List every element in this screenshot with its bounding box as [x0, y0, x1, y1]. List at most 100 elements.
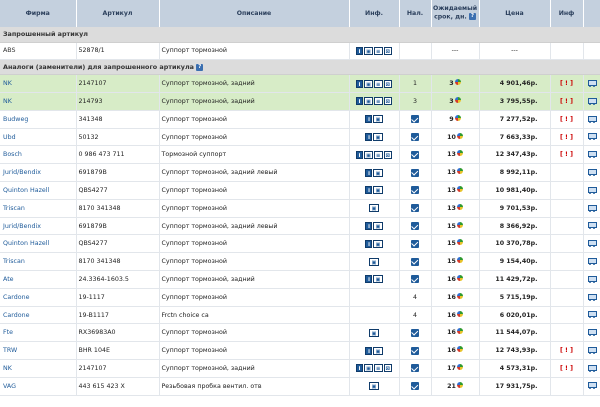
in-stock-check-icon [411, 222, 419, 231]
document-icon[interactable]: ≡ [374, 46, 383, 55]
add-to-cart-icon[interactable] [587, 186, 598, 194]
info-icon[interactable]: i [365, 133, 373, 142]
row-delivery-days: 15 [447, 222, 456, 230]
info-icon[interactable]: i [365, 239, 373, 248]
row-article: 8170 341348 [76, 199, 160, 218]
info-icon[interactable]: i [356, 150, 364, 159]
row-firm-link[interactable]: NK [0, 359, 77, 378]
table-row: TRW BHR 104E Суппорт тормозной i ▣ 16 12 743,9… [0, 341, 600, 361]
add-to-cart-icon[interactable] [587, 97, 598, 105]
row-firm-link[interactable]: Budweg [0, 110, 77, 129]
document-icon[interactable]: ≡ [374, 150, 383, 159]
info-icon[interactable]: i [365, 115, 373, 124]
image-icon[interactable]: ▣ [373, 133, 383, 142]
add-to-cart-icon[interactable] [587, 275, 598, 283]
row-firm-link[interactable]: Cardone [0, 306, 77, 325]
diagram-icon[interactable]: ⊠ [383, 364, 392, 373]
table-row: Cardone 19-B1117 Frctn choice ca 4 16 6 020,0… [0, 306, 600, 325]
row-delivery-days: 13 [447, 186, 456, 194]
requested-info2 [550, 42, 584, 61]
row-article: 2147107 [76, 74, 160, 94]
row-firm-link[interactable]: NK [0, 74, 77, 94]
image-icon[interactable]: ▣ [373, 186, 383, 195]
row-price: 4 573,31р. [479, 359, 551, 378]
delivery-help-icon[interactable]: ? [468, 13, 476, 21]
add-to-cart-icon[interactable] [587, 222, 598, 230]
image-icon[interactable]: ▣ [364, 79, 374, 88]
info-icon[interactable]: i [356, 46, 364, 55]
add-to-cart-icon[interactable] [587, 240, 598, 248]
image-icon[interactable]: ▣ [373, 222, 383, 231]
row-firm-link[interactable]: Triscan [0, 252, 77, 272]
add-to-cart-icon[interactable] [587, 293, 598, 301]
requested-firm: ABS [0, 42, 77, 61]
add-to-cart-icon[interactable] [587, 311, 598, 319]
row-delivery-days: 16 [447, 347, 456, 355]
warning-icon[interactable]: [ ! ] [560, 347, 573, 354]
diagram-icon[interactable]: ⊠ [383, 46, 392, 55]
row-firm-link[interactable]: Bosch [0, 145, 77, 165]
row-firm-link[interactable]: Ubd [0, 128, 77, 147]
row-firm-link[interactable]: Jurid/Bendix [0, 217, 77, 236]
row-firm-link[interactable]: Jurid/Bendix [0, 163, 77, 183]
row-delivery-days: 16 [447, 293, 456, 301]
info-icon[interactable]: i [356, 97, 364, 106]
image-icon[interactable]: ▣ [364, 46, 374, 55]
add-to-cart-icon[interactable] [587, 79, 598, 87]
row-firm-link[interactable]: VAG [0, 377, 77, 396]
diagram-icon[interactable]: ⊠ [383, 79, 392, 88]
image-icon[interactable]: ▣ [369, 328, 379, 337]
add-to-cart-icon[interactable] [587, 382, 598, 390]
image-icon[interactable]: ▣ [364, 97, 374, 106]
image-icon[interactable]: ▣ [373, 168, 383, 177]
info-icon[interactable]: i [365, 222, 373, 231]
image-icon[interactable]: ▣ [369, 382, 379, 391]
info-icon[interactable]: i [356, 364, 364, 373]
warning-icon[interactable]: [ ! ] [560, 80, 573, 87]
add-to-cart-icon[interactable] [587, 133, 598, 141]
warning-icon[interactable]: [ ! ] [560, 151, 573, 158]
info-icon[interactable]: i [365, 275, 373, 284]
warning-icon[interactable]: [ ! ] [560, 98, 573, 105]
add-to-cart-icon[interactable] [587, 364, 598, 372]
add-to-cart-icon[interactable] [587, 168, 598, 176]
diagram-icon[interactable]: ⊠ [383, 150, 392, 159]
add-to-cart-icon[interactable] [587, 115, 598, 123]
image-icon[interactable]: ▣ [364, 150, 374, 159]
document-icon[interactable]: ≡ [374, 97, 383, 106]
row-firm-link[interactable]: Triscan [0, 199, 77, 218]
add-to-cart-icon[interactable] [587, 204, 598, 212]
add-to-cart-icon[interactable] [587, 346, 598, 354]
row-description: Суппорт тормозной [159, 341, 350, 361]
diagram-icon[interactable]: ⊠ [383, 97, 392, 106]
row-firm-link[interactable]: Ate [0, 270, 77, 289]
image-icon[interactable]: ▣ [373, 239, 383, 248]
row-description: Суппорт тормозной, задний левый [159, 217, 350, 236]
warning-icon[interactable]: [ ! ] [560, 134, 573, 141]
warning-icon[interactable]: [ ! ] [560, 116, 573, 123]
row-firm-link[interactable]: Cardone [0, 288, 77, 307]
analogs-help-icon[interactable]: ? [196, 63, 204, 71]
image-icon[interactable]: ▣ [373, 275, 383, 284]
image-icon[interactable]: ▣ [369, 204, 379, 213]
row-firm-link[interactable]: Quinton Hazell [0, 181, 77, 200]
row-price: 9 154,40р. [479, 252, 551, 272]
document-icon[interactable]: ≡ [374, 364, 383, 373]
info-icon[interactable]: i [365, 168, 373, 177]
image-icon[interactable]: ▣ [373, 115, 383, 124]
document-icon[interactable]: ≡ [374, 79, 383, 88]
row-firm-link[interactable]: TRW [0, 341, 77, 361]
warning-icon[interactable]: [ ! ] [560, 365, 573, 372]
add-to-cart-icon[interactable] [587, 257, 598, 265]
row-firm-link[interactable]: Quinton Hazell [0, 234, 77, 254]
info-icon[interactable]: i [365, 346, 373, 355]
row-firm-link[interactable]: Fte [0, 323, 77, 343]
info-icon[interactable]: i [365, 186, 373, 195]
add-to-cart-icon[interactable] [587, 329, 598, 337]
row-firm-link[interactable]: NK [0, 92, 77, 111]
image-icon[interactable]: ▣ [364, 364, 374, 373]
add-to-cart-icon[interactable] [587, 151, 598, 159]
info-icon[interactable]: i [356, 79, 364, 88]
image-icon[interactable]: ▣ [373, 346, 383, 355]
image-icon[interactable]: ▣ [369, 257, 379, 266]
